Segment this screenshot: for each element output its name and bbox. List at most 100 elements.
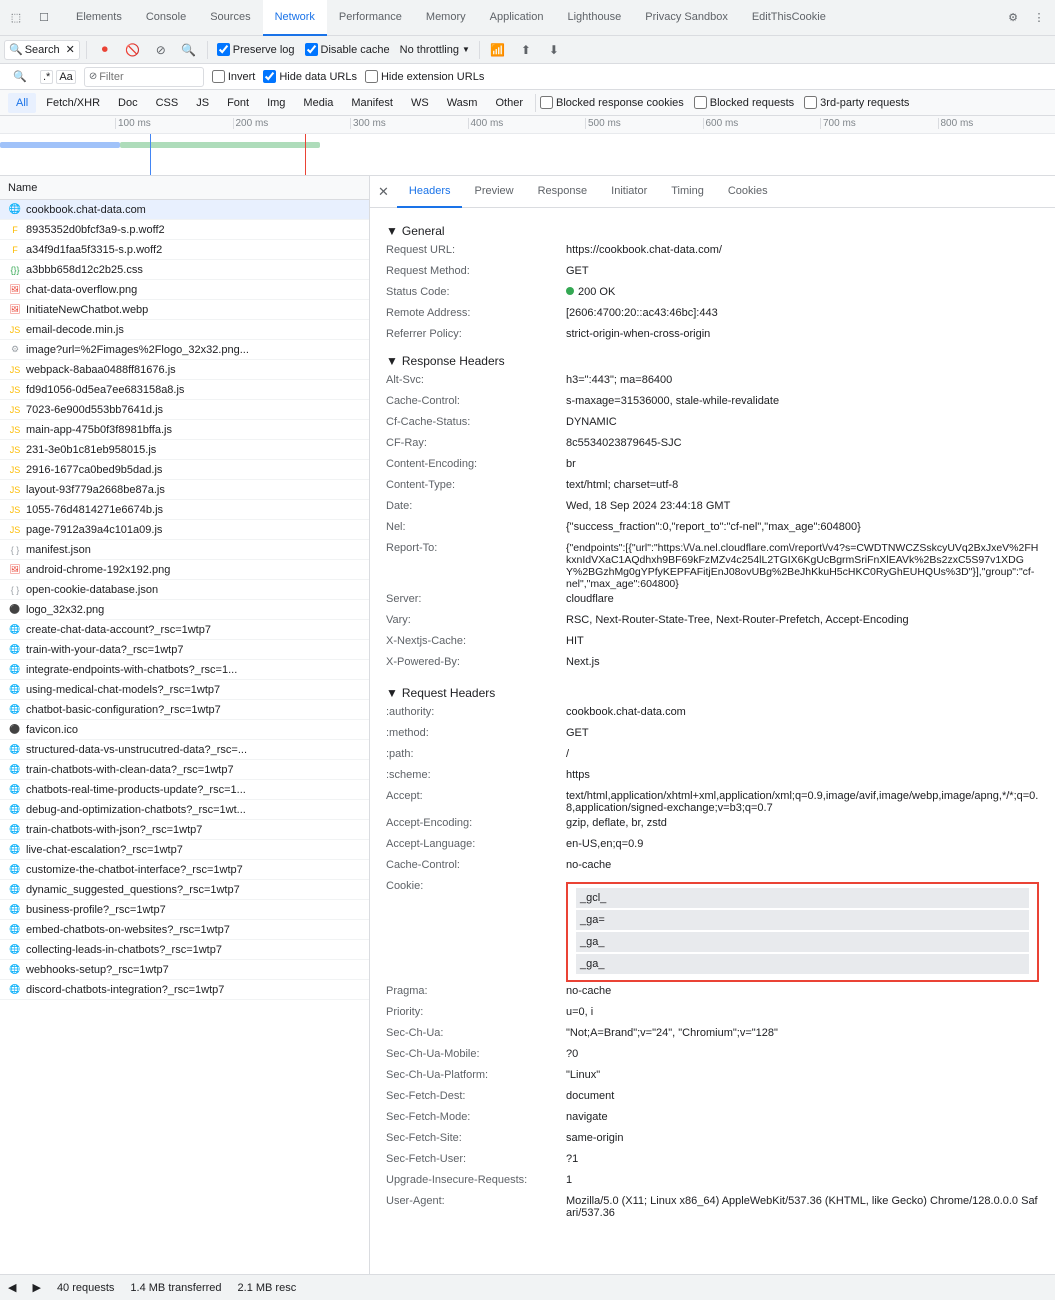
request-item-35[interactable]: 🌐 business-profile?_rsc=1wtp7: [0, 900, 369, 920]
main-content: Name 🌐 cookbook.chat-data.com F 8935352d…: [0, 176, 1055, 1274]
tab-performance[interactable]: Performance: [327, 0, 414, 36]
tab-console[interactable]: Console: [134, 0, 198, 36]
request-item-23[interactable]: 🌐 integrate-endpoints-with-chatbots?_rsc…: [0, 660, 369, 680]
scroll-left[interactable]: ◀: [8, 1281, 16, 1294]
request-item-9[interactable]: JS fd9d1056-0d5ea7ee683158a8.js: [0, 380, 369, 400]
request-item-27[interactable]: 🌐 structured-data-vs-unstrucutred-data?_…: [0, 740, 369, 760]
more-icon[interactable]: ⋮: [1027, 6, 1051, 30]
request-item-18[interactable]: 🖼 android-chrome-192x192.png: [0, 560, 369, 580]
type-manifest[interactable]: Manifest: [343, 93, 401, 113]
search-box[interactable]: 🔍 Search ✕: [4, 40, 80, 60]
request-item-25[interactable]: 🌐 chatbot-basic-configuration?_rsc=1wtp7: [0, 700, 369, 720]
request-item-28[interactable]: 🌐 train-chatbots-with-clean-data?_rsc=1w…: [0, 760, 369, 780]
upload-icon[interactable]: ⬆: [514, 38, 538, 62]
third-party-checkbox[interactable]: 3rd-party requests: [804, 96, 909, 109]
request-item-8[interactable]: JS webpack-8abaa0488ff81676.js: [0, 360, 369, 380]
request-item-29[interactable]: 🌐 chatbots-real-time-products-update?_rs…: [0, 780, 369, 800]
inspect-icon[interactable]: ⬚: [4, 6, 28, 30]
request-item-26[interactable]: ⚫ favicon.ico: [0, 720, 369, 740]
request-item-10[interactable]: JS 7023-6e900d553bb7641d.js: [0, 400, 369, 420]
request-item-4[interactable]: 🖼 chat-data-overflow.png: [0, 280, 369, 300]
request-item-0[interactable]: 🌐 cookbook.chat-data.com: [0, 200, 369, 220]
request-item-33[interactable]: 🌐 customize-the-chatbot-interface?_rsc=1…: [0, 860, 369, 880]
request-item-3[interactable]: {}} a3bbb658d12c2b25.css: [0, 260, 369, 280]
panel-tab-timing[interactable]: Timing: [659, 176, 716, 208]
tab-application[interactable]: Application: [478, 0, 556, 36]
request-item-34[interactable]: 🌐 dynamic_suggested_questions?_rsc=1wtp7: [0, 880, 369, 900]
type-font[interactable]: Font: [219, 93, 257, 113]
type-other[interactable]: Other: [487, 93, 531, 113]
type-all[interactable]: All: [8, 93, 36, 113]
panel-tab-cookies[interactable]: Cookies: [716, 176, 780, 208]
wifi-icon[interactable]: 📶: [486, 38, 510, 62]
panel-tab-initiator[interactable]: Initiator: [599, 176, 659, 208]
request-item-24[interactable]: 🌐 using-medical-chat-models?_rsc=1wtp7: [0, 680, 369, 700]
preserve-log-checkbox[interactable]: Preserve log: [214, 40, 298, 60]
close-search-icon[interactable]: ✕: [66, 43, 75, 56]
request-item-36[interactable]: 🌐 embed-chatbots-on-websites?_rsc=1wtp7: [0, 920, 369, 940]
type-js[interactable]: JS: [188, 93, 217, 113]
tab-network[interactable]: Network: [263, 0, 327, 36]
blocked-response-cookies[interactable]: Blocked response cookies: [540, 96, 684, 109]
device-icon[interactable]: ☐: [32, 6, 56, 30]
tab-lighthouse[interactable]: Lighthouse: [555, 0, 633, 36]
request-item-5[interactable]: 🖼 InitiateNewChatbot.webp: [0, 300, 369, 320]
filter-left-icon[interactable]: 🔍: [8, 65, 32, 89]
scroll-right[interactable]: ▶: [32, 1281, 40, 1294]
panel-tab-response[interactable]: Response: [526, 176, 600, 208]
panel-tab-preview[interactable]: Preview: [462, 176, 525, 208]
request-item-11[interactable]: JS main-app-475b0f3f8981bffa.js: [0, 420, 369, 440]
tab-memory[interactable]: Memory: [414, 0, 478, 36]
request-item-7[interactable]: ⚙ image?url=%2Fimages%2Flogo_32x32.png..…: [0, 340, 369, 360]
filter-input-box[interactable]: ⊘: [84, 67, 204, 87]
type-media[interactable]: Media: [295, 93, 341, 113]
filter-icon[interactable]: ⊘: [149, 38, 173, 62]
invert-checkbox[interactable]: Invert: [212, 70, 256, 83]
request-item-22[interactable]: 🌐 train-with-your-data?_rsc=1wtp7: [0, 640, 369, 660]
tab-sources[interactable]: Sources: [198, 0, 262, 36]
request-item-15[interactable]: JS 1055-76d4814271e6674b.js: [0, 500, 369, 520]
request-item-37[interactable]: 🌐 collecting-leads-in-chatbots?_rsc=1wtp…: [0, 940, 369, 960]
request-item-39[interactable]: 🌐 discord-chatbots-integration?_rsc=1wtp…: [0, 980, 369, 1000]
request-item-31[interactable]: 🌐 train-chatbots-with-json?_rsc=1wtp7: [0, 820, 369, 840]
record-icon[interactable]: ⏺: [93, 38, 117, 62]
type-css[interactable]: CSS: [148, 93, 187, 113]
request-item-19[interactable]: { } open-cookie-database.json: [0, 580, 369, 600]
throttling-dropdown[interactable]: No throttling ▼: [397, 40, 473, 60]
tab-elements[interactable]: Elements: [64, 0, 134, 36]
request-item-30[interactable]: 🌐 debug-and-optimization-chatbots?_rsc=1…: [0, 800, 369, 820]
request-item-38[interactable]: 🌐 webhooks-setup?_rsc=1wtp7: [0, 960, 369, 980]
clear-icon[interactable]: 🚫: [121, 38, 145, 62]
type-fetch-xhr[interactable]: Fetch/XHR: [38, 93, 108, 113]
request-item-20[interactable]: ⚫ logo_32x32.png: [0, 600, 369, 620]
request-item-13[interactable]: JS 2916-1677ca0bed9b5dad.js: [0, 460, 369, 480]
type-wasm[interactable]: Wasm: [439, 93, 486, 113]
general-section-title[interactable]: ▼ General: [386, 224, 1039, 238]
request-item-12[interactable]: JS 231-3e0b1c81eb958015.js: [0, 440, 369, 460]
filter-input[interactable]: [99, 71, 179, 83]
blocked-requests[interactable]: Blocked requests: [694, 96, 794, 109]
close-panel-button[interactable]: ✕: [378, 184, 389, 200]
request-item-32[interactable]: 🌐 live-chat-escalation?_rsc=1wtp7: [0, 840, 369, 860]
settings-icon[interactable]: ⚙: [1001, 6, 1025, 30]
tab-privacy-sandbox[interactable]: Privacy Sandbox: [633, 0, 740, 36]
response-headers-section-title[interactable]: ▼ Response Headers: [386, 354, 1039, 368]
type-ws[interactable]: WS: [403, 93, 437, 113]
request-item-16[interactable]: JS page-7912a39a4c101a09.js: [0, 520, 369, 540]
request-item-2[interactable]: F a34f9d1faa5f3315-s.p.woff2: [0, 240, 369, 260]
download-icon[interactable]: ⬇: [542, 38, 566, 62]
request-headers-section-title[interactable]: ▼ Request Headers: [386, 686, 1039, 700]
hide-ext-urls-checkbox[interactable]: Hide extension URLs: [365, 70, 484, 83]
request-item-17[interactable]: { } manifest.json: [0, 540, 369, 560]
type-doc[interactable]: Doc: [110, 93, 146, 113]
tab-editthiscookie[interactable]: EditThisCookie: [740, 0, 838, 36]
request-item-21[interactable]: 🌐 create-chat-data-account?_rsc=1wtp7: [0, 620, 369, 640]
search2-icon[interactable]: 🔍: [177, 38, 201, 62]
disable-cache-checkbox[interactable]: Disable cache: [302, 40, 393, 60]
type-img[interactable]: Img: [259, 93, 293, 113]
hide-data-urls-checkbox[interactable]: Hide data URLs: [263, 70, 357, 83]
panel-tab-headers[interactable]: Headers: [397, 176, 463, 208]
request-item-14[interactable]: JS layout-93f779a2668be87a.js: [0, 480, 369, 500]
request-item-1[interactable]: F 8935352d0bfcf3a9-s.p.woff2: [0, 220, 369, 240]
request-item-6[interactable]: JS email-decode.min.js: [0, 320, 369, 340]
